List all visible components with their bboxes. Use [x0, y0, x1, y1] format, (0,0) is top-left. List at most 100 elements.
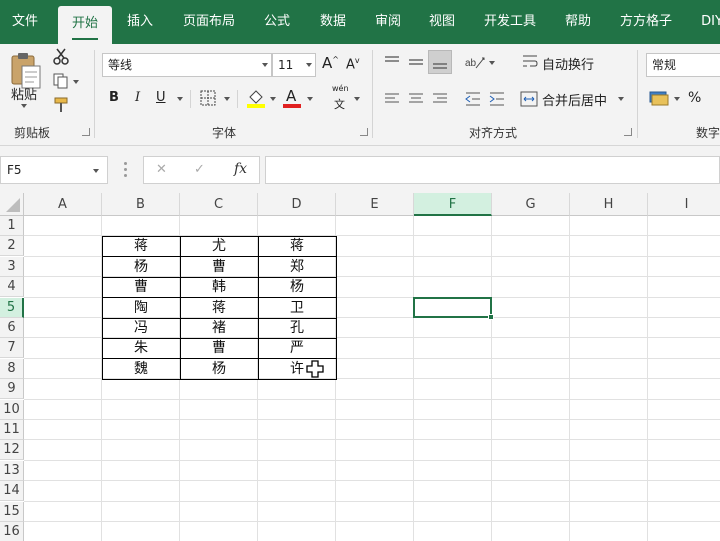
paste-button[interactable]: 粘贴 — [11, 84, 37, 103]
row-header-15[interactable]: 15 — [0, 501, 24, 522]
cell-D3[interactable]: 郑 — [258, 257, 336, 277]
cell-D6[interactable]: 孔 — [258, 318, 336, 338]
cell-D8[interactable]: 许 — [258, 359, 336, 379]
orientation-dropdown-icon[interactable] — [489, 61, 495, 65]
tab-help[interactable]: 帮助 — [556, 0, 600, 44]
row-header-10[interactable]: 10 — [0, 399, 24, 420]
cut-icon[interactable] — [52, 48, 70, 66]
column-header-C[interactable]: C — [180, 193, 258, 216]
cancel-icon[interactable]: ✕ — [156, 162, 167, 177]
phonetic-pinyin[interactable]: wén — [332, 84, 349, 93]
column-header-A[interactable]: A — [24, 193, 102, 216]
borders-dropdown-icon[interactable] — [224, 97, 230, 101]
tab-fangfang-gezi[interactable]: 方方格子 — [612, 0, 680, 44]
font-name-combo[interactable]: 等线 — [102, 53, 272, 77]
merge-center-button[interactable]: 合并后居中 — [542, 90, 607, 109]
row-header-16[interactable]: 16 — [0, 522, 24, 541]
shrink-font-button[interactable]: Av — [346, 56, 360, 72]
row-header-6[interactable]: 6 — [0, 318, 24, 338]
italic-button[interactable]: I — [135, 90, 140, 105]
cell-B8[interactable]: 魏 — [102, 359, 180, 379]
active-cell-F5[interactable] — [413, 296, 492, 318]
column-header-I[interactable]: I — [648, 193, 720, 216]
column-header-D[interactable]: D — [258, 193, 336, 216]
underline-dropdown-icon[interactable] — [177, 97, 183, 101]
row-header-14[interactable]: 14 — [0, 481, 24, 502]
accounting-dropdown-icon[interactable] — [674, 97, 680, 101]
row-header-13[interactable]: 13 — [0, 460, 24, 481]
tab-data[interactable]: 数据 — [311, 0, 355, 44]
tab-review[interactable]: 审阅 — [366, 0, 410, 44]
align-top-icon[interactable] — [383, 54, 401, 70]
row-header-2[interactable]: 2 — [0, 236, 24, 257]
column-header-F[interactable]: F — [414, 193, 492, 216]
font-launcher-icon[interactable] — [360, 128, 368, 136]
cell-B2[interactable]: 蒋 — [102, 236, 180, 256]
fill-color-icon[interactable] — [246, 88, 266, 108]
wrap-text-button[interactable]: 自动换行 — [542, 54, 594, 73]
cell-C5[interactable]: 蒋 — [180, 298, 258, 318]
row-header-3[interactable]: 3 — [0, 256, 24, 277]
fill-handle[interactable] — [488, 314, 494, 320]
increase-indent-icon[interactable] — [488, 91, 506, 107]
paste-dropdown-icon[interactable] — [21, 104, 27, 108]
tab-view[interactable]: 视图 — [420, 0, 464, 44]
cell-D7[interactable]: 严 — [258, 338, 336, 358]
row-header-1[interactable]: 1 — [0, 216, 24, 236]
column-header-G[interactable]: G — [492, 193, 570, 216]
row-header-12[interactable]: 12 — [0, 440, 24, 461]
column-header-H[interactable]: H — [570, 193, 648, 216]
cell-B3[interactable]: 杨 — [102, 257, 180, 277]
row-header-7[interactable]: 7 — [0, 338, 24, 359]
row-header-11[interactable]: 11 — [0, 420, 24, 440]
format-painter-icon[interactable] — [52, 96, 70, 114]
bold-button[interactable]: B — [109, 90, 119, 105]
tab-home[interactable]: 开始 — [58, 6, 112, 44]
cell-D2[interactable]: 蒋 — [258, 236, 336, 256]
row-header-5[interactable]: 5 — [0, 297, 24, 318]
alignment-launcher-icon[interactable] — [624, 128, 632, 136]
font-size-combo[interactable]: 11 — [272, 53, 316, 77]
number-format-combo[interactable]: 常规 — [646, 53, 720, 77]
cell-C6[interactable]: 褚 — [180, 318, 258, 338]
align-middle-icon[interactable] — [407, 54, 425, 70]
percent-button[interactable]: % — [688, 90, 701, 106]
cell-B7[interactable]: 朱 — [102, 338, 180, 358]
cell-C3[interactable]: 曹 — [180, 257, 258, 277]
tab-formulas[interactable]: 公式 — [255, 0, 299, 44]
align-left-icon[interactable] — [383, 91, 401, 107]
worksheet-grid[interactable]: ABCDEFGHI 1 2 3 4 5 6 7 8 9 10 11 12 13 14 15 16 蒋杨曹陶冯朱… — [0, 193, 720, 541]
row-header-9[interactable]: 9 — [0, 379, 24, 400]
merge-center-icon[interactable] — [520, 91, 538, 107]
tab-diy[interactable]: DIY — [692, 0, 720, 44]
align-right-icon[interactable] — [431, 91, 449, 107]
cell-D4[interactable]: 杨 — [258, 277, 336, 297]
underline-button[interactable]: U — [156, 90, 166, 105]
name-box[interactable]: F5 — [0, 156, 108, 184]
formula-bar-splitter[interactable] — [124, 162, 127, 178]
row-header-8[interactable]: 8 — [0, 358, 24, 379]
borders-icon[interactable] — [200, 90, 216, 106]
copy-dropdown-icon[interactable] — [73, 80, 79, 84]
chevron-down-icon[interactable] — [93, 169, 99, 173]
tab-file[interactable]: 文件 — [0, 0, 50, 44]
phonetic-button[interactable]: 文 — [334, 96, 345, 112]
column-header-E[interactable]: E — [336, 193, 414, 216]
insert-function-icon[interactable]: fx — [234, 161, 247, 177]
tab-insert[interactable]: 插入 — [116, 0, 164, 44]
align-center-icon[interactable] — [407, 91, 425, 107]
column-header-B[interactable]: B — [102, 193, 180, 216]
cell-C2[interactable]: 尤 — [180, 236, 258, 256]
cell-B5[interactable]: 陶 — [102, 298, 180, 318]
decrease-indent-icon[interactable] — [464, 91, 482, 107]
cell-D5[interactable]: 卫 — [258, 298, 336, 318]
cell-C8[interactable]: 杨 — [180, 359, 258, 379]
accounting-format-icon[interactable] — [649, 89, 669, 107]
cell-B4[interactable]: 曹 — [102, 277, 180, 297]
chevron-down-icon[interactable] — [262, 63, 268, 67]
align-bottom-icon[interactable] — [428, 50, 452, 74]
grow-font-button[interactable]: A^ — [322, 54, 339, 72]
fill-color-dropdown-icon[interactable] — [270, 97, 276, 101]
orientation-icon[interactable]: ab — [464, 52, 486, 72]
copy-icon[interactable] — [52, 72, 70, 90]
